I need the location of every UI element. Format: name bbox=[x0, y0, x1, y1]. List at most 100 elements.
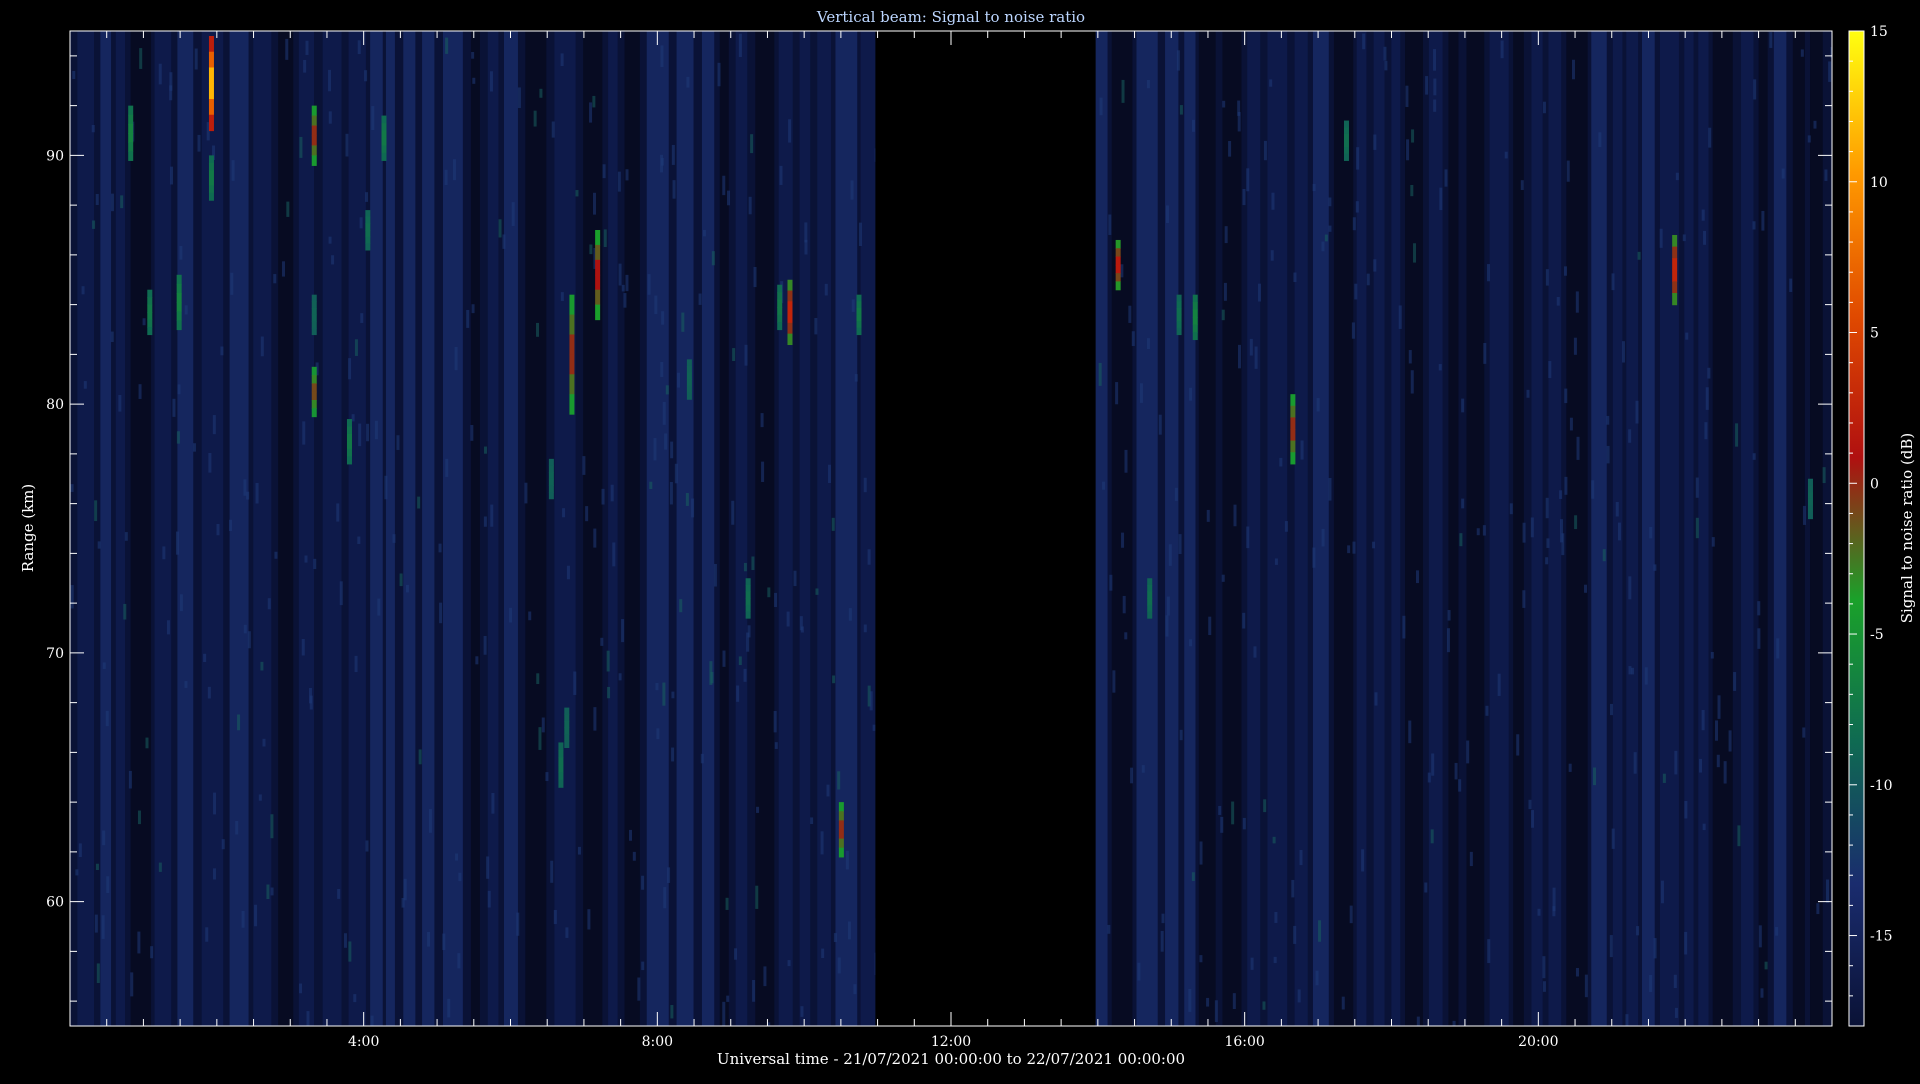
x-axis-label: Universal time - 21/07/2021 00:00:00 to … bbox=[717, 1050, 1185, 1068]
noise-speck bbox=[702, 229, 706, 237]
echo-segment bbox=[1115, 264, 1121, 274]
noise-speck bbox=[1189, 387, 1193, 401]
noise-speck bbox=[1208, 616, 1212, 636]
noise-speck bbox=[815, 588, 819, 595]
noise-speck bbox=[1120, 264, 1124, 278]
noise-speck bbox=[128, 770, 132, 789]
measurement-column bbox=[525, 31, 547, 1026]
noise-speck bbox=[575, 190, 579, 197]
noise-speck bbox=[1737, 825, 1741, 847]
noise-speck bbox=[1115, 382, 1119, 405]
echo-segment bbox=[1147, 584, 1153, 593]
noise-speck bbox=[255, 482, 259, 504]
noise-speck bbox=[1427, 772, 1431, 783]
noise-speck bbox=[1165, 205, 1169, 224]
noise-speck bbox=[1728, 730, 1732, 752]
noise-speck bbox=[1362, 33, 1366, 50]
noise-speck bbox=[1710, 651, 1714, 659]
measurement-column bbox=[322, 31, 342, 1026]
noise-speck bbox=[600, 637, 604, 646]
noise-speck bbox=[1542, 981, 1546, 992]
noise-speck bbox=[176, 431, 180, 444]
noise-speck bbox=[845, 850, 849, 870]
noise-speck bbox=[118, 394, 122, 412]
noise-speck bbox=[1764, 961, 1768, 970]
noise-speck bbox=[533, 110, 537, 127]
noise-speck bbox=[1291, 879, 1295, 898]
noise-speck bbox=[472, 77, 476, 84]
noise-speck bbox=[1444, 169, 1448, 187]
noise-speck bbox=[207, 686, 211, 699]
echo-segment bbox=[745, 584, 751, 593]
noise-speck bbox=[1615, 502, 1619, 517]
noise-speck bbox=[92, 220, 96, 229]
echo-segment bbox=[311, 408, 317, 418]
echo-segment bbox=[346, 433, 352, 443]
echo-segment bbox=[1672, 258, 1678, 271]
noise-speck bbox=[1221, 309, 1225, 321]
echo-segment bbox=[1147, 604, 1153, 613]
noise-speck bbox=[1408, 350, 1412, 364]
measurement-column bbox=[701, 31, 715, 1026]
measurement-column bbox=[554, 31, 576, 1026]
noise-speck bbox=[1628, 429, 1632, 443]
noise-speck bbox=[1233, 504, 1237, 527]
echo-segment bbox=[569, 294, 575, 316]
noise-speck bbox=[1222, 100, 1226, 108]
noise-speck bbox=[1807, 135, 1811, 143]
echo-segment bbox=[208, 35, 214, 53]
echo-segment bbox=[147, 289, 153, 298]
noise-speck bbox=[1537, 908, 1541, 916]
echo-segment bbox=[381, 115, 387, 124]
noise-speck bbox=[273, 274, 277, 284]
echo-segment bbox=[787, 279, 793, 292]
noise-speck bbox=[509, 607, 513, 623]
noise-speck bbox=[660, 45, 664, 68]
noise-speck bbox=[1685, 332, 1689, 340]
echo-segment bbox=[745, 598, 751, 606]
noise-speck bbox=[405, 584, 409, 593]
noise-speck bbox=[1218, 805, 1222, 815]
noise-speck bbox=[1253, 646, 1257, 658]
noise-speck bbox=[483, 446, 487, 454]
noise-speck bbox=[1611, 828, 1615, 849]
noise-speck bbox=[179, 594, 183, 612]
noise-speck bbox=[1398, 305, 1402, 329]
noise-speck bbox=[1300, 440, 1304, 460]
noise-speck bbox=[654, 295, 658, 315]
echo-segment bbox=[686, 392, 692, 400]
noise-speck bbox=[560, 53, 564, 67]
noise-speck bbox=[286, 201, 290, 217]
noise-speck bbox=[755, 885, 759, 909]
echo-segment bbox=[1672, 269, 1678, 283]
noise-speck bbox=[814, 318, 818, 335]
noise-speck bbox=[748, 196, 752, 215]
noise-speck bbox=[1813, 120, 1817, 129]
noise-speck bbox=[867, 549, 871, 565]
echo-segment bbox=[128, 105, 134, 116]
noise-speck bbox=[194, 48, 198, 70]
measurement-column bbox=[1136, 31, 1158, 1026]
noise-speck bbox=[662, 401, 666, 425]
noise-speck bbox=[1206, 997, 1210, 1007]
noise-speck bbox=[1561, 533, 1565, 556]
noise-speck bbox=[241, 910, 245, 928]
noise-speck bbox=[1223, 282, 1227, 301]
noise-speck bbox=[722, 1001, 726, 1026]
echo-segment bbox=[1192, 302, 1198, 311]
noise-speck bbox=[377, 598, 381, 616]
y-tick-label: 70 bbox=[46, 646, 64, 662]
echo-segment bbox=[1192, 294, 1198, 303]
echo-segment bbox=[147, 297, 153, 306]
measurement-column bbox=[253, 31, 272, 1026]
noise-speck bbox=[1321, 528, 1325, 547]
noise-speck bbox=[1695, 477, 1699, 498]
x-tick-label: 20:00 bbox=[1518, 1034, 1558, 1050]
noise-speck bbox=[804, 222, 808, 243]
measurement-column bbox=[1810, 31, 1823, 1026]
noise-speck bbox=[1769, 32, 1773, 48]
noise-speck bbox=[1100, 1025, 1104, 1026]
echo-segment bbox=[1343, 153, 1349, 161]
measurement-column bbox=[1758, 31, 1768, 1026]
noise-speck bbox=[1828, 61, 1832, 82]
